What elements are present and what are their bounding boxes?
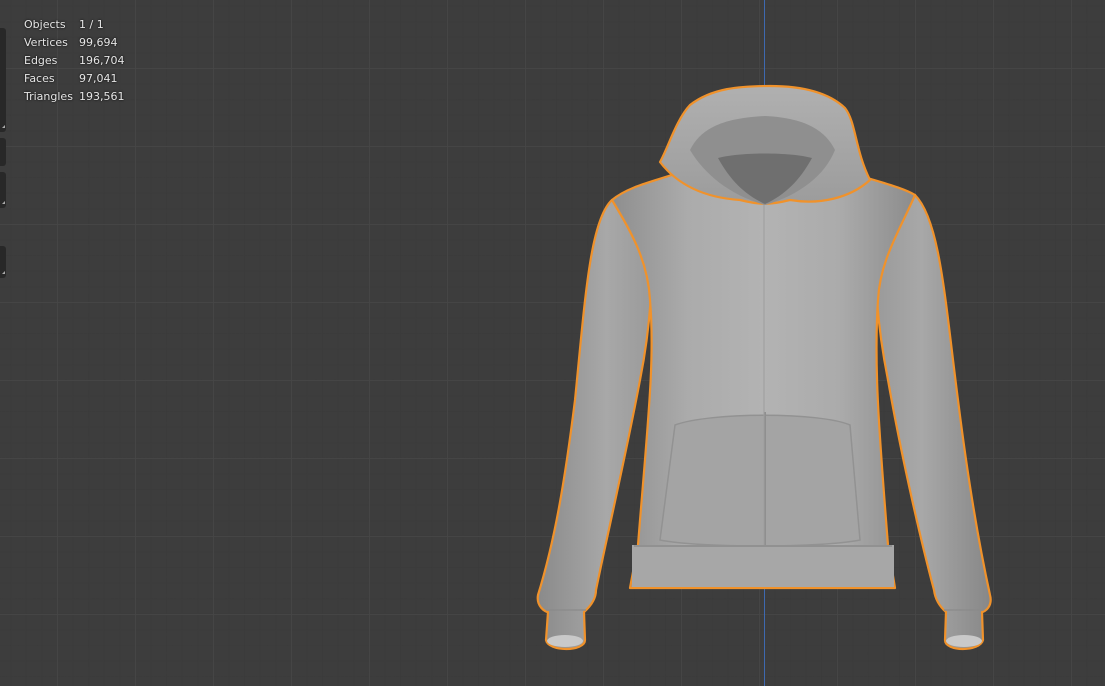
3d-viewport[interactable]: Objects 1 / 1 Vertices 99,694 Edges 196,… <box>0 0 1105 686</box>
left-cuff-opening <box>547 635 583 647</box>
front-pocket <box>659 414 861 547</box>
right-cuff-opening <box>946 635 982 647</box>
waistband <box>632 545 894 587</box>
hoodie-mesh[interactable] <box>0 0 1105 686</box>
